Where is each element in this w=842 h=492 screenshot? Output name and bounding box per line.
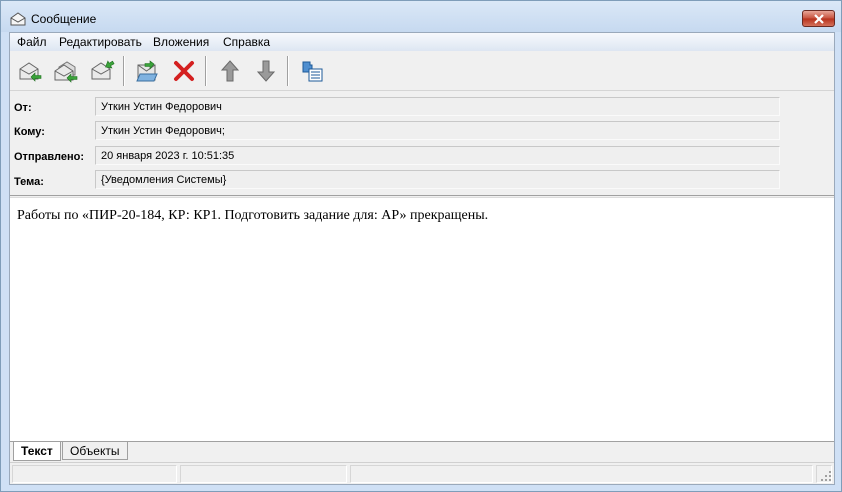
forward-icon [91, 60, 115, 80]
to-field[interactable]: Уткин Устин Федорович; [95, 121, 780, 140]
resize-grip-icon[interactable] [820, 470, 832, 482]
title-bar[interactable]: Сообщение [1, 1, 841, 32]
menu-attachments[interactable]: Вложения [153, 35, 209, 49]
tab-bar: Текст Объекты [10, 441, 834, 461]
forward-button[interactable] [86, 56, 116, 86]
delete-icon [174, 61, 194, 81]
up-arrow-icon [220, 60, 240, 82]
toolbar [10, 51, 834, 91]
from-label: От: [14, 102, 32, 114]
delete-button[interactable] [168, 56, 198, 86]
toolbar-separator [205, 56, 207, 86]
status-panel [12, 465, 177, 483]
from-field[interactable]: Уткин Устин Федорович [95, 97, 780, 116]
message-body[interactable]: Работы по «ПИР-20-184, КР: КР1. Подготов… [10, 197, 834, 441]
reply-icon [19, 62, 42, 82]
tab-text[interactable]: Текст [13, 442, 61, 461]
toolbar-separator [123, 56, 125, 86]
object-properties-icon [302, 61, 323, 82]
message-headers: От: Уткин Устин Федорович Кому: Уткин Ус… [10, 92, 834, 196]
window-title: Сообщение [31, 12, 97, 26]
sent-label: Отправлено: [14, 151, 85, 163]
reply-all-button[interactable] [50, 56, 80, 86]
subject-field[interactable]: {Уведомления Системы} [95, 170, 780, 189]
tab-objects[interactable]: Объекты [62, 442, 128, 460]
envelope-icon [10, 12, 26, 26]
status-bar [10, 462, 834, 484]
message-window: Сообщение Файл Редактировать Вложения Сп… [0, 0, 842, 492]
status-panel [350, 465, 813, 483]
down-arrow-icon [256, 60, 276, 82]
reply-all-icon [54, 61, 78, 83]
save-to-folder-icon [136, 60, 158, 82]
toolbar-separator [287, 56, 289, 86]
menu-edit[interactable]: Редактировать [59, 35, 142, 49]
close-icon [814, 14, 824, 24]
next-message-button[interactable] [250, 56, 280, 86]
sent-field[interactable]: 20 января 2023 г. 10:51:35 [95, 146, 780, 165]
menu-help[interactable]: Справка [223, 35, 270, 49]
to-label: Кому: [14, 126, 45, 138]
status-panel [180, 465, 347, 483]
menu-bar: Файл Редактировать Вложения Справка [10, 33, 834, 51]
close-button[interactable] [802, 10, 835, 27]
message-body-text: Работы по «ПИР-20-184, КР: КР1. Подготов… [17, 208, 489, 223]
menu-file[interactable]: Файл [17, 35, 47, 49]
reply-button[interactable] [14, 56, 44, 86]
client-area: Файл Редактировать Вложения Справка От: … [9, 32, 835, 485]
object-properties-button[interactable] [296, 56, 326, 86]
subject-label: Тема: [14, 176, 44, 188]
save-to-folder-button[interactable] [132, 56, 162, 86]
previous-message-button[interactable] [214, 56, 244, 86]
